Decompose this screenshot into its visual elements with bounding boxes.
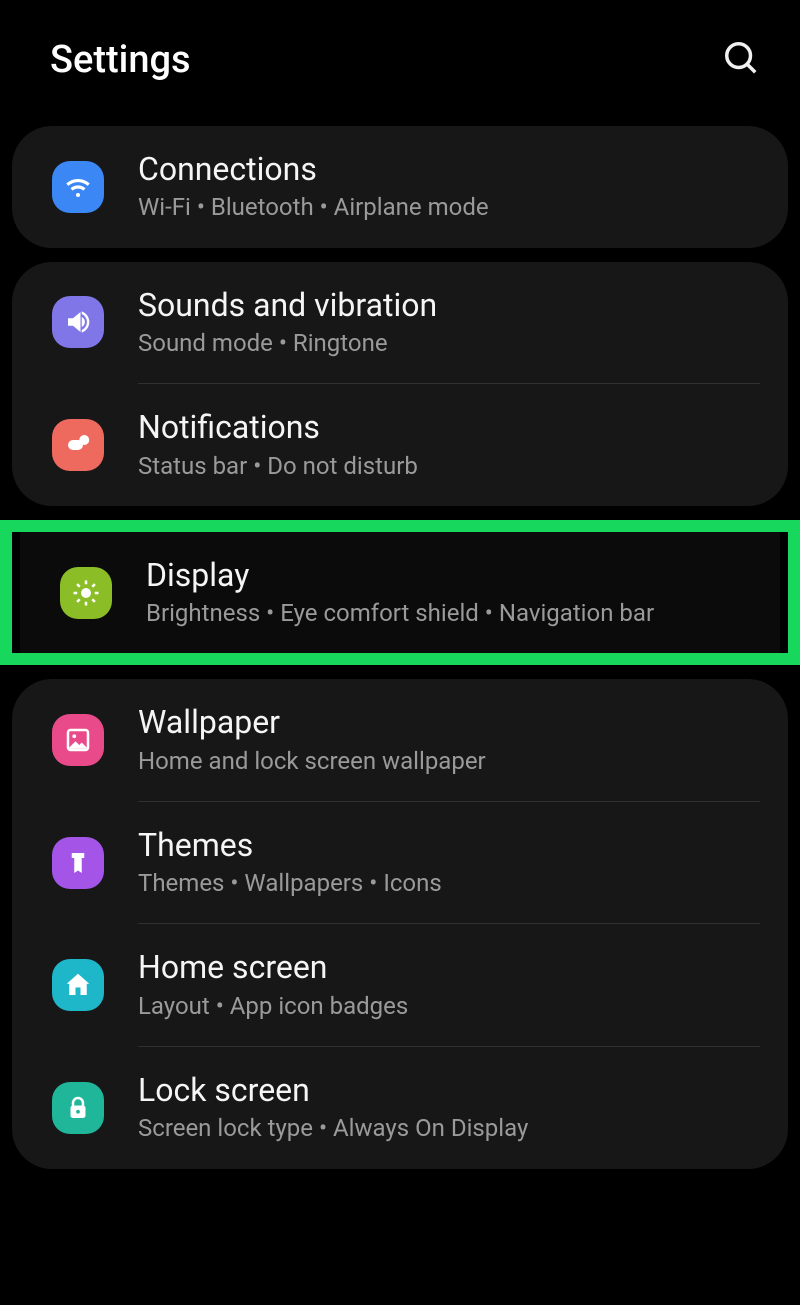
search-icon[interactable] [722,39,760,81]
item-subtitle: Themes • Wallpapers • Icons [138,868,442,899]
settings-group: Wallpaper Home and lock screen wallpaper… [12,679,788,1168]
item-title: Notifications [138,408,418,446]
item-text: Home screen Layout • App icon badges [138,948,408,1022]
item-title: Themes [138,826,442,864]
settings-item-notifications[interactable]: Notifications Status bar • Do not distur… [12,384,788,506]
settings-item-sounds[interactable]: Sounds and vibration Sound mode • Ringto… [12,262,788,384]
settings-group: Display Brightness • Eye comfort shield … [20,532,780,654]
item-text: Wallpaper Home and lock screen wallpaper [138,703,486,777]
item-text: Display Brightness • Eye comfort shield … [146,556,654,630]
settings-item-themes[interactable]: Themes Themes • Wallpapers • Icons [12,802,788,924]
home-icon [52,959,104,1011]
settings-item-connections[interactable]: Connections Wi-Fi • Bluetooth • Airplane… [12,126,788,248]
sound-icon [52,296,104,348]
highlight-frame: Display Brightness • Eye comfort shield … [0,520,800,666]
wifi-icon [52,161,104,213]
item-text: Connections Wi-Fi • Bluetooth • Airplane… [138,150,489,224]
lock-icon [52,1082,104,1134]
settings-item-display[interactable]: Display Brightness • Eye comfort shield … [20,532,780,654]
item-subtitle: Screen lock type • Always On Display [138,1113,528,1144]
brightness-icon [60,567,112,619]
settings-item-lock-screen[interactable]: Lock screen Screen lock type • Always On… [12,1047,788,1169]
item-subtitle: Wi-Fi • Bluetooth • Airplane mode [138,192,489,223]
item-title: Display [146,556,654,594]
item-title: Wallpaper [138,703,486,741]
themes-icon [52,837,104,889]
item-title: Connections [138,150,489,188]
item-subtitle: Sound mode • Ringtone [138,328,437,359]
notification-icon [52,419,104,471]
item-text: Themes Themes • Wallpapers • Icons [138,826,442,900]
item-subtitle: Brightness • Eye comfort shield • Naviga… [146,598,654,629]
header: Settings [0,0,800,112]
settings-group: Connections Wi-Fi • Bluetooth • Airplane… [12,126,788,248]
item-text: Sounds and vibration Sound mode • Ringto… [138,286,437,360]
item-subtitle: Home and lock screen wallpaper [138,746,486,777]
item-text: Lock screen Screen lock type • Always On… [138,1071,528,1145]
item-title: Home screen [138,948,408,986]
item-subtitle: Layout • App icon badges [138,991,408,1022]
item-title: Sounds and vibration [138,286,437,324]
item-text: Notifications Status bar • Do not distur… [138,408,418,482]
item-subtitle: Status bar • Do not disturb [138,451,418,482]
wallpaper-icon [52,714,104,766]
item-title: Lock screen [138,1071,528,1109]
settings-item-home-screen[interactable]: Home screen Layout • App icon badges [12,924,788,1046]
page-title: Settings [50,38,191,82]
settings-item-wallpaper[interactable]: Wallpaper Home and lock screen wallpaper [12,679,788,801]
settings-group: Sounds and vibration Sound mode • Ringto… [12,262,788,506]
